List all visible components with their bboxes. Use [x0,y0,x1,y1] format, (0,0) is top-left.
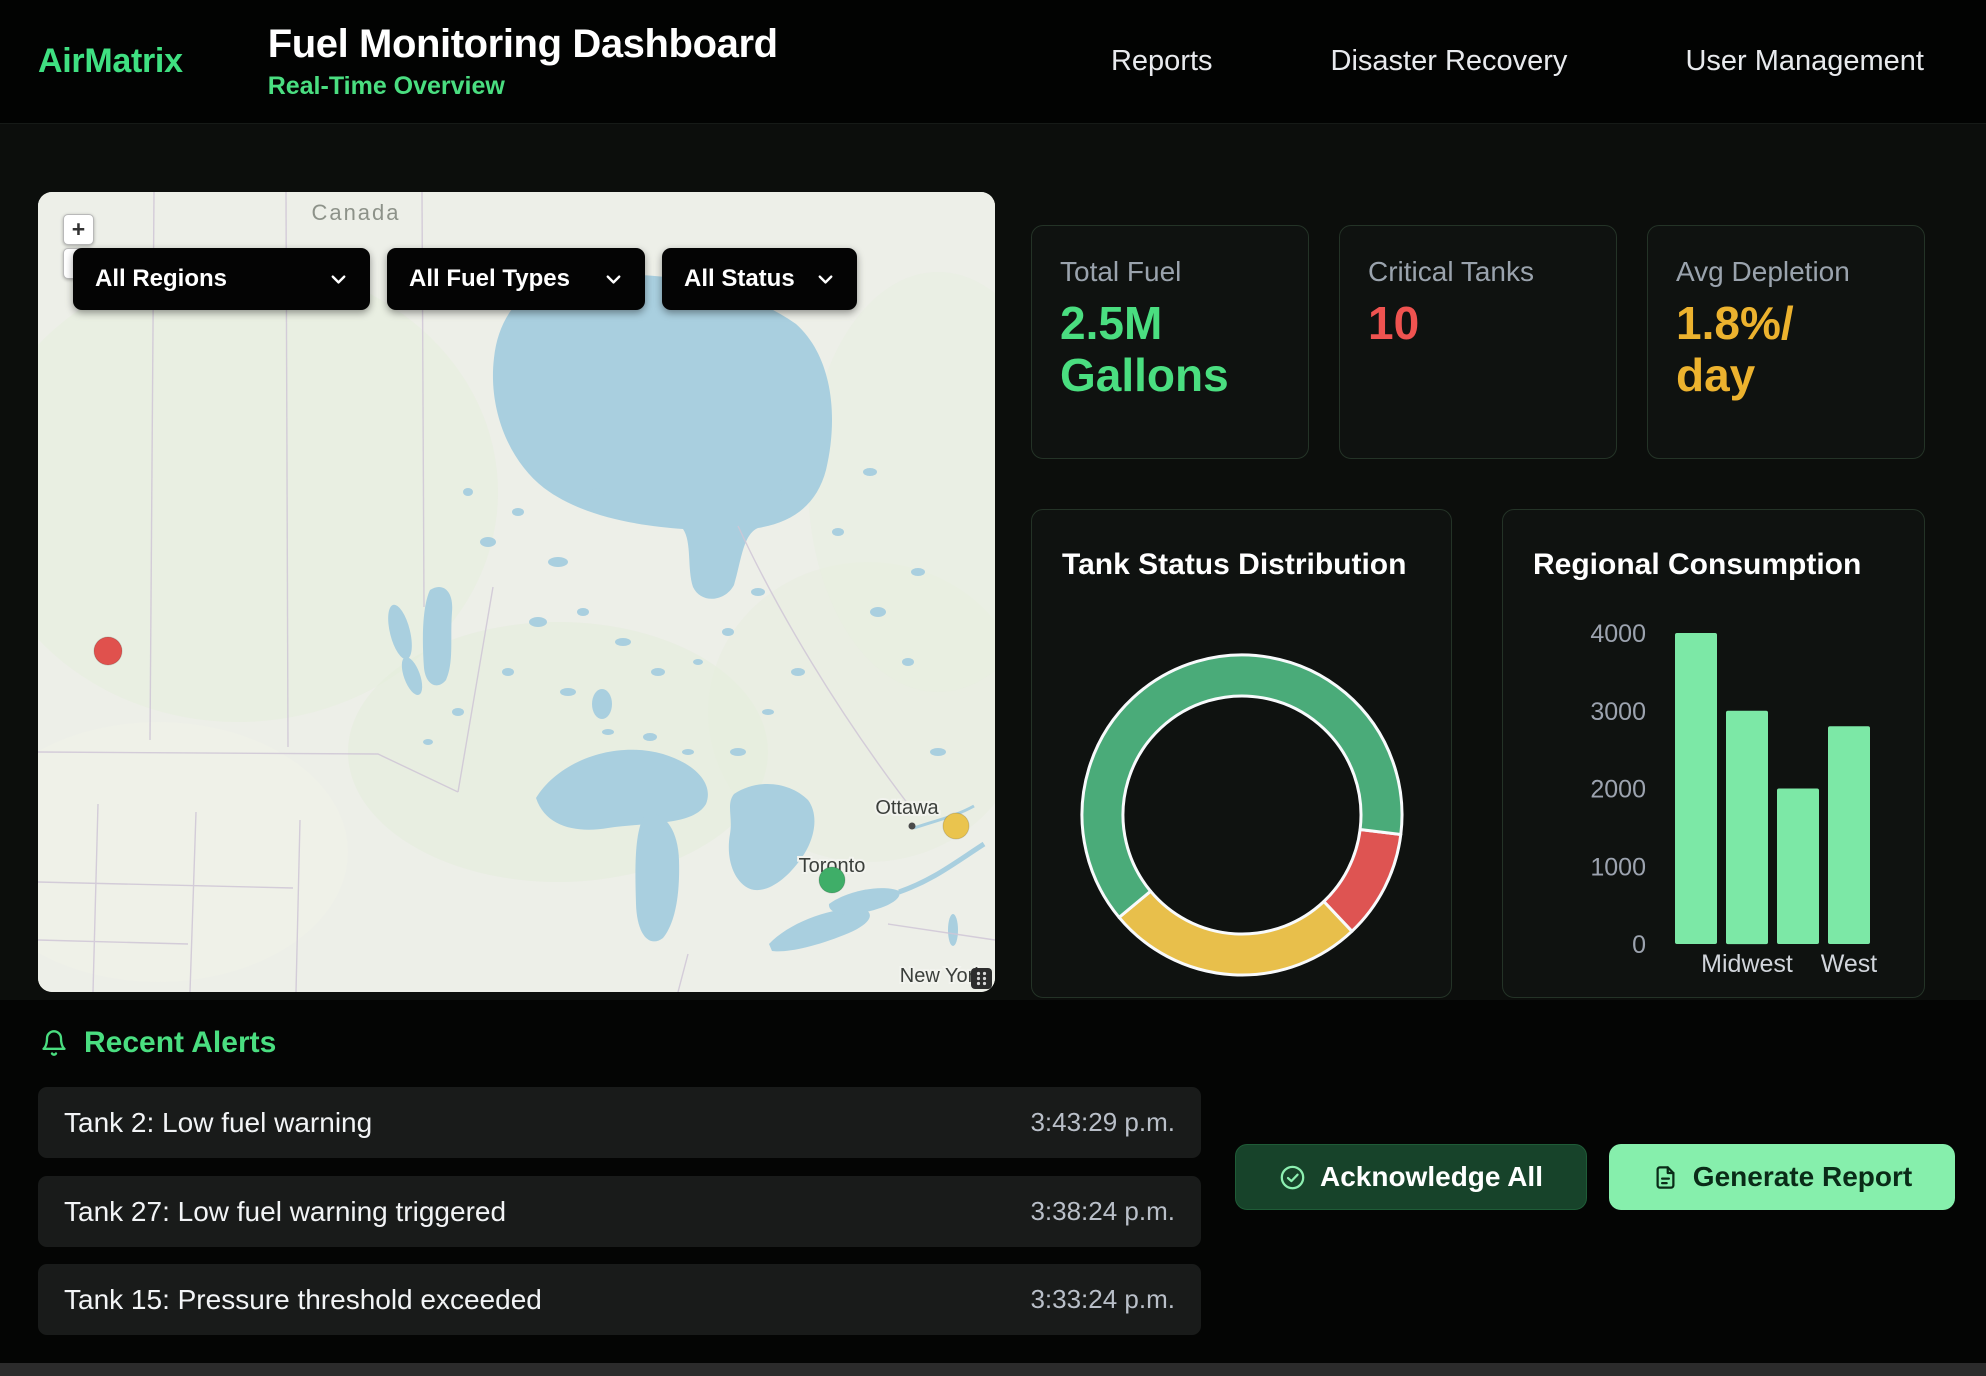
avg-depletion-value: 1.8%/ day [1676,298,1896,401]
fuel-monitoring-dashboard: AirMatrix Fuel Monitoring Dashboard Real… [0,0,1986,1376]
generate-report-label: Generate Report [1693,1161,1912,1193]
avg-depletion-label: Avg Depletion [1676,256,1896,288]
total-fuel-value: 2.5M Gallons [1060,298,1280,401]
fuel-type-filter-label: All Fuel Types [409,265,570,293]
nav-disaster-recovery[interactable]: Disaster Recovery [1331,45,1568,78]
bar-region-3[interactable] [1828,726,1870,944]
chevron-down-icon [602,268,625,291]
main-nav: Reports Disaster Recovery User Managemen… [1111,45,1924,78]
chevron-down-icon [327,268,350,291]
map-resize-handle[interactable] [971,968,992,989]
zoom-in-button[interactable]: + [63,214,94,245]
horizontal-scrollbar[interactable] [0,1363,1986,1376]
acknowledge-all-label: Acknowledge All [1320,1161,1543,1193]
tank-marker-critical[interactable] [94,637,122,665]
bar-chart-text: 4000 [1590,620,1646,648]
alerts-header: Recent Alerts [40,1026,276,1060]
alert-timestamp: 3:33:24 p.m. [1030,1284,1175,1315]
bar-chart-text: 2000 [1590,776,1646,804]
nav-user-management[interactable]: User Management [1685,45,1924,78]
bell-icon [40,1029,68,1057]
avg-depletion-value-line1: 1.8%/ [1676,298,1896,350]
bar-region-0[interactable] [1675,633,1717,944]
tank-marker-warning[interactable] [943,813,969,839]
alert-row[interactable]: Tank 2: Low fuel warning 3:43:29 p.m. [38,1087,1201,1158]
critical-tanks-card: Critical Tanks 10 [1339,225,1617,459]
critical-tanks-label: Critical Tanks [1368,256,1588,288]
bar-chart-text: West [1821,950,1878,978]
recent-alerts-section: Recent Alerts Tank 2: Low fuel warning 3… [0,1000,1986,1364]
recent-alerts-title: Recent Alerts [84,1026,276,1060]
map-filter-bar: All Regions All Fuel Types All Status [73,248,857,310]
bar-region-2[interactable] [1777,789,1819,945]
total-fuel-value-line2: Gallons [1060,350,1280,402]
alert-timestamp: 3:43:29 p.m. [1030,1107,1175,1138]
donut-segment-warning[interactable] [1119,891,1352,975]
alert-timestamp: 3:38:24 p.m. [1030,1196,1175,1227]
regional-consumption-card: Regional Consumption 0 1000 2000 3000 4000 Mi… [1502,509,1925,998]
total-fuel-label: Total Fuel [1060,256,1280,288]
grip-dots-icon [974,970,989,987]
map-label-canada: Canada [311,200,400,225]
fuel-type-filter-dropdown[interactable]: All Fuel Types [387,248,645,310]
avg-depletion-card: Avg Depletion 1.8%/ day [1647,225,1925,459]
total-fuel-card: Total Fuel 2.5M Gallons [1031,225,1309,459]
header: AirMatrix Fuel Monitoring Dashboard Real… [0,0,1986,124]
tank-status-donut-chart [1072,645,1412,985]
critical-tanks-value-line1: 10 [1368,298,1588,350]
status-filter-dropdown[interactable]: All Status [662,248,857,310]
map-label-ottawa: Ottawa [875,797,939,819]
chevron-down-icon [814,268,837,291]
alert-message: Tank 15: Pressure threshold exceeded [64,1284,542,1316]
region-filter-label: All Regions [95,265,227,293]
status-filter-label: All Status [684,265,795,293]
bar-chart-text: 1000 [1590,853,1646,881]
region-filter-dropdown[interactable]: All Regions [73,248,370,310]
regional-consumption-title: Regional Consumption [1533,548,1861,582]
tank-marker-normal[interactable] [819,867,845,893]
document-icon [1652,1164,1679,1191]
generate-report-button[interactable]: Generate Report [1609,1144,1955,1210]
critical-tanks-value: 10 [1368,298,1588,350]
check-circle-icon [1279,1164,1306,1191]
bar-chart-text: 3000 [1590,698,1646,726]
map-canvas[interactable]: Canada Ottawa Toronto New York [38,192,995,992]
ottawa-city-dot [909,823,916,830]
tank-status-distribution-card: Tank Status Distribution [1031,509,1452,998]
alert-message: Tank 27: Low fuel warning triggered [64,1196,506,1228]
bar-chart-text: 0 [1632,931,1646,959]
alert-row[interactable]: Tank 27: Low fuel warning triggered 3:38… [38,1176,1201,1247]
avg-depletion-value-line2: day [1676,350,1896,402]
title-block: Fuel Monitoring Dashboard Real-Time Over… [268,22,778,101]
alert-row[interactable]: Tank 15: Pressure threshold exceeded 3:3… [38,1264,1201,1335]
page-subtitle: Real-Time Overview [268,72,778,101]
regional-consumption-bar-chart: 0 1000 2000 3000 4000 Midwest West [1503,510,1925,998]
total-fuel-value-line1: 2.5M [1060,298,1280,350]
nav-reports[interactable]: Reports [1111,45,1213,78]
acknowledge-all-button[interactable]: Acknowledge All [1235,1144,1587,1210]
bar-chart-text: Midwest [1701,950,1793,978]
bar-region-1[interactable] [1726,711,1768,944]
map-panel[interactable]: Canada Ottawa Toronto New York + All Reg… [38,192,995,992]
alert-message: Tank 2: Low fuel warning [64,1107,372,1139]
page-title: Fuel Monitoring Dashboard [268,22,778,67]
tank-status-distribution-title: Tank Status Distribution [1062,548,1406,582]
brand-logo[interactable]: AirMatrix [38,42,183,81]
